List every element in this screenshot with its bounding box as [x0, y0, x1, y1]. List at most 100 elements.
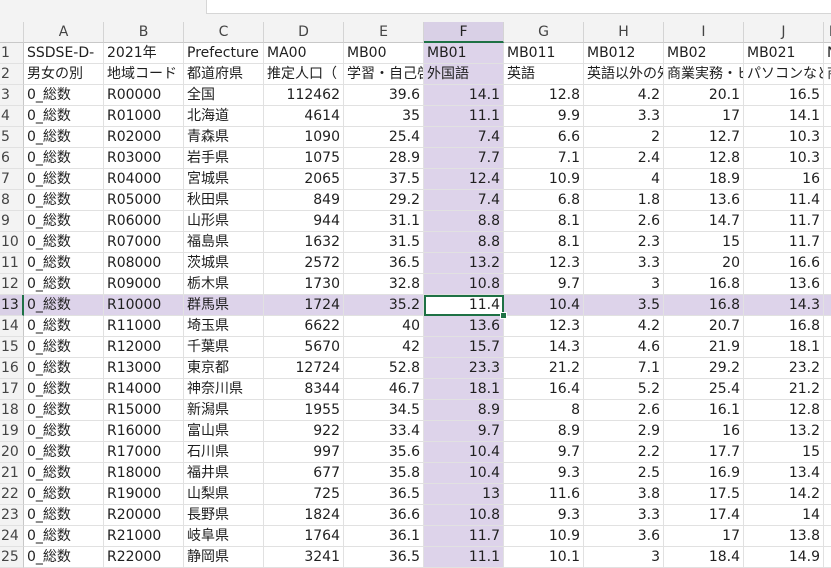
cell[interactable]	[824, 106, 831, 127]
cell[interactable]	[824, 169, 831, 190]
row-header[interactable]: 3	[0, 85, 24, 106]
cell[interactable]: 7.1	[584, 358, 664, 379]
cell[interactable]: 山形県	[184, 211, 264, 232]
cell[interactable]: 2.6	[584, 211, 664, 232]
cell[interactable]	[824, 316, 831, 337]
cell[interactable]: R12000	[104, 337, 184, 358]
cell[interactable]: 13.2	[424, 253, 504, 274]
cell[interactable]	[824, 274, 831, 295]
cell[interactable]: 10.8	[424, 505, 504, 526]
cell[interactable]: MB011	[504, 43, 584, 64]
cell[interactable]: 2.3	[584, 232, 664, 253]
cell[interactable]: 英語以外の外	[584, 64, 664, 85]
cell[interactable]: 7.4	[424, 190, 504, 211]
cell[interactable]: 2.6	[584, 400, 664, 421]
cell[interactable]: 31.5	[344, 232, 424, 253]
cell[interactable]: 0_総数	[24, 253, 104, 274]
cell[interactable]: MB00	[344, 43, 424, 64]
cell[interactable]: 0_総数	[24, 463, 104, 484]
cell[interactable]	[824, 85, 831, 106]
cell[interactable]: 21.9	[664, 337, 744, 358]
cell[interactable]: 0_総数	[24, 379, 104, 400]
cell[interactable]: 15	[744, 442, 824, 463]
cell[interactable]: 16.8	[744, 316, 824, 337]
cell[interactable]: 14.1	[424, 85, 504, 106]
cell[interactable]	[824, 253, 831, 274]
cell[interactable]: 922	[264, 421, 344, 442]
cell[interactable]: 46.7	[344, 379, 424, 400]
cell[interactable]: 長野県	[184, 505, 264, 526]
cell[interactable]	[824, 505, 831, 526]
cell[interactable]: 1730	[264, 274, 344, 295]
cell[interactable]: 3.3	[584, 505, 664, 526]
cell[interactable]: 7.4	[424, 127, 504, 148]
cell[interactable]: 35.2	[344, 295, 424, 316]
cell[interactable]: R16000	[104, 421, 184, 442]
cell[interactable]: 1955	[264, 400, 344, 421]
cell[interactable]: 男女の別	[24, 64, 104, 85]
cell[interactable]	[824, 442, 831, 463]
cell[interactable]: 4614	[264, 106, 344, 127]
cell[interactable]: 商	[824, 64, 831, 85]
cell[interactable]: 11.6	[504, 484, 584, 505]
cell[interactable]: 2.9	[584, 421, 664, 442]
cell[interactable]: R02000	[104, 127, 184, 148]
cell[interactable]: 1824	[264, 505, 344, 526]
row-header[interactable]: 8	[0, 190, 24, 211]
select-all-corner[interactable]	[0, 22, 24, 43]
cell[interactable]: 677	[264, 463, 344, 484]
cell[interactable]: 4.6	[584, 337, 664, 358]
cell[interactable]: 13.2	[744, 421, 824, 442]
cell[interactable]: 0_総数	[24, 232, 104, 253]
cell[interactable]: 富山県	[184, 421, 264, 442]
column-header-f[interactable]: F	[424, 22, 504, 43]
cell[interactable]: 6.8	[504, 190, 584, 211]
cell[interactable]: 12.8	[504, 85, 584, 106]
column-header-a[interactable]: A	[24, 22, 104, 43]
cell[interactable]: 12724	[264, 358, 344, 379]
cell[interactable]: 4	[584, 169, 664, 190]
cell[interactable]: R11000	[104, 316, 184, 337]
cell[interactable]: 北海道	[184, 106, 264, 127]
cell[interactable]: 13	[424, 484, 504, 505]
cell[interactable]: 9.7	[424, 421, 504, 442]
cell[interactable]: 34.5	[344, 400, 424, 421]
cell[interactable]: 11.7	[424, 526, 504, 547]
cell[interactable]: 14.7	[664, 211, 744, 232]
cell[interactable]: 14.3	[744, 295, 824, 316]
cell[interactable]: 福井県	[184, 463, 264, 484]
cell[interactable]: 0_総数	[24, 169, 104, 190]
cell[interactable]: 0_総数	[24, 106, 104, 127]
cell[interactable]: 1724	[264, 295, 344, 316]
cell[interactable]: 4.2	[584, 316, 664, 337]
cell[interactable]: 8344	[264, 379, 344, 400]
cell[interactable]: 9.7	[504, 442, 584, 463]
column-header-i[interactable]: I	[664, 22, 744, 43]
cell[interactable]: Prefecture	[184, 43, 264, 64]
cell[interactable]: R20000	[104, 505, 184, 526]
cell[interactable]	[824, 337, 831, 358]
cell[interactable]	[824, 358, 831, 379]
cell[interactable]: 17.5	[664, 484, 744, 505]
cell[interactable]: R19000	[104, 484, 184, 505]
cell[interactable]: 11.7	[744, 232, 824, 253]
cell[interactable]: 3	[584, 274, 664, 295]
cell[interactable]: 岐阜県	[184, 526, 264, 547]
cell[interactable]: 17.7	[664, 442, 744, 463]
cell[interactable]: 16.6	[744, 253, 824, 274]
cell[interactable]: R00000	[104, 85, 184, 106]
cell[interactable]: 36.5	[344, 484, 424, 505]
row-header[interactable]: 14	[0, 316, 24, 337]
cell[interactable]: R01000	[104, 106, 184, 127]
cell[interactable]: 11.7	[744, 211, 824, 232]
cell[interactable]: MB012	[584, 43, 664, 64]
cell[interactable]: 新潟県	[184, 400, 264, 421]
cell[interactable]: 地域コード	[104, 64, 184, 85]
column-header-j[interactable]: J	[744, 22, 824, 43]
row-header[interactable]: 22	[0, 484, 24, 505]
cell[interactable]: 0_総数	[24, 295, 104, 316]
column-header-d[interactable]: D	[264, 22, 344, 43]
cell[interactable]: 3.3	[584, 253, 664, 274]
formula-input[interactable]	[206, 0, 831, 14]
row-header[interactable]: 6	[0, 148, 24, 169]
